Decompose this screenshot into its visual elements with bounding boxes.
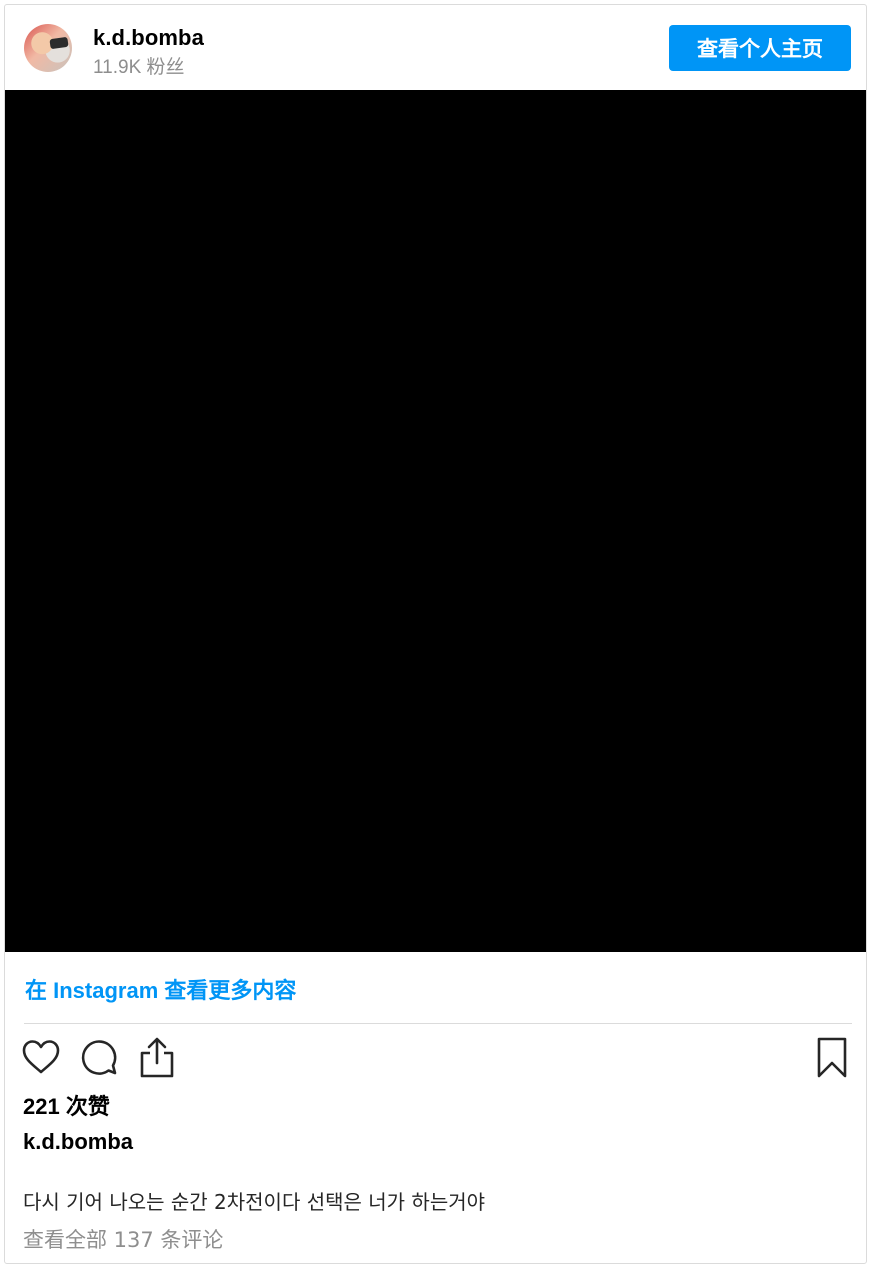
caption-text: 다시 기어 나오는 순간 2차전이다 선택은 너가 하는거야 [23,1190,486,1214]
instagram-embed: k.d.bomba 11.9K 粉丝 查看个人主页 在 Instagram 查看… [4,4,867,1264]
caption-username[interactable]: k.d.bomba [23,1129,133,1155]
view-profile-button[interactable]: 查看个人主页 [669,25,851,71]
bookmark-icon[interactable] [815,1036,849,1080]
like-count[interactable]: 221 次赞 [23,1089,110,1121]
comment-icon[interactable] [79,1038,119,1078]
view-more-on-instagram-link[interactable]: 在 Instagram 查看更多内容 [25,973,296,1005]
view-all-comments-link[interactable]: 查看全部 137 条评论 [23,1224,223,1254]
follower-count: 11.9K 粉丝 [93,57,185,78]
share-icon[interactable] [137,1036,177,1080]
username[interactable]: k.d.bomba [93,25,204,51]
heart-icon[interactable] [21,1038,61,1078]
divider [24,1023,852,1024]
post-media[interactable] [5,90,866,952]
post-header: k.d.bomba 11.9K 粉丝 查看个人主页 [5,5,866,91]
avatar[interactable] [24,24,72,72]
